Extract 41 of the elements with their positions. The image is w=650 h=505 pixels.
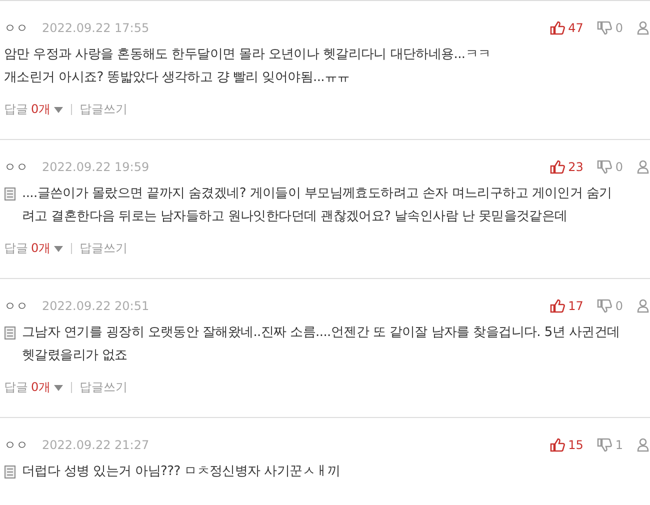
thumbs-up-icon — [550, 160, 566, 174]
person-icon[interactable] — [637, 299, 649, 313]
author-name[interactable]: ㅇㅇ — [4, 436, 28, 454]
like-button[interactable]: 15 — [550, 438, 584, 452]
write-reply-link[interactable]: 답글쓰기 — [80, 240, 128, 257]
like-button[interactable]: 17 — [550, 299, 584, 313]
dislike-button[interactable]: 0 — [597, 160, 623, 174]
comment-date: 2022.09.22 20:51 — [42, 299, 150, 313]
dislike-button[interactable]: 0 — [597, 299, 623, 313]
person-icon[interactable] — [637, 438, 649, 452]
thumbs-down-icon — [597, 160, 612, 174]
write-reply-link[interactable]: 답글쓰기 — [80, 101, 128, 118]
caret-icon — [54, 246, 63, 252]
comment-date: 2022.09.22 19:59 — [42, 160, 150, 174]
person-icon[interactable] — [637, 160, 649, 174]
caret-icon — [54, 384, 63, 390]
write-reply-link[interactable]: 답글쓰기 — [80, 379, 128, 396]
thumbs-up-icon — [550, 299, 566, 313]
replies-toggle[interactable]: 답글 0개 — [4, 240, 63, 257]
person-icon[interactable] — [637, 21, 649, 35]
author-name[interactable]: ㅇㅇ — [4, 298, 28, 314]
comment-text: 그남자 연기를 굉장히 오랫동안 잘해왔네..진짜 소름....언젠간 또 같이잘 남자를 찾을겁니다. 5년 사귄건데 헷갈렸을리가 없죠 — [22, 324, 620, 365]
like-button[interactable]: 23 — [550, 160, 584, 174]
comment-text: ....글쓴이가 몰랐으면 끝까지 숨겼겠네? 게이들이 부모님께효도하려고 손자 며느리구하고 게이인거 숨기 려고 결혼한다음 뒤로는 남자들하고 원나잇한다던데 괜찮겠어요? 날속인사람 난 못믿을것같은데 — [22, 185, 612, 226]
dislike-button[interactable]: 0 — [597, 21, 623, 35]
caret-icon — [54, 106, 63, 112]
comment-text: 암만 우정과 사랑을 혼동해도 한두달이면 몰라 오년이나 헷갈리다니 대단하네용...ㅋㅋ 개소린거 아시죠? 똥밟았다 생각하고 걍 빨리 잊어야됨...ㅠㅠ — [4, 46, 491, 87]
author-name[interactable]: ㅇㅇ — [4, 20, 28, 36]
thumbs-down-icon — [597, 438, 612, 452]
replies-toggle[interactable]: 답글 0개 — [4, 379, 63, 396]
replies-toggle[interactable]: 답글 0개 — [4, 101, 63, 118]
thumbs-up-icon — [550, 438, 566, 452]
thumbs-down-icon — [597, 299, 612, 313]
thumbs-up-icon — [550, 21, 566, 35]
comment-date: 2022.09.22 17:55 — [42, 21, 150, 35]
author-name[interactable]: ㅇㅇ — [4, 158, 28, 176]
dislike-button[interactable]: 1 — [597, 438, 623, 452]
like-button[interactable]: 47 — [550, 21, 584, 35]
thumbs-down-icon — [597, 21, 612, 35]
comment-text: 더럽다 성병 있는거 아님??? ㅁㅊ정신병자 사기꾼ㅅㅐ끼 — [22, 463, 340, 481]
comment-date: 2022.09.22 21:27 — [42, 438, 150, 452]
